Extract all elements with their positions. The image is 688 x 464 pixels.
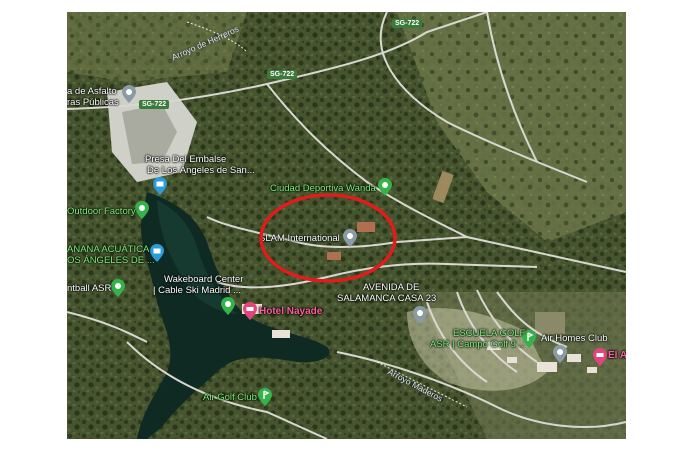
place-label-presa-1[interactable]: Presa Del Embalse (145, 154, 226, 165)
place-label-avenida-2[interactable]: SALAMANCA CASA 23 (337, 293, 436, 304)
place-label-asfalto-2[interactable]: ras Públicas (67, 97, 119, 108)
place-label-hotel-nayade[interactable]: Hotel Nayade (259, 306, 322, 317)
hotel-icon[interactable] (243, 302, 257, 320)
hotel-icon[interactable] (593, 348, 607, 366)
golf-icon[interactable] (258, 388, 272, 406)
place-label-el-ai[interactable]: El Ai (608, 350, 626, 361)
place-label-manana-2[interactable]: OS ÁNGELES DE ... (67, 255, 155, 266)
pin-icon[interactable] (122, 85, 136, 103)
place-label-outdoor-factory[interactable]: Outdoor Factory (67, 206, 136, 217)
camera-icon[interactable] (153, 177, 167, 195)
place-icon[interactable] (221, 297, 235, 315)
place-label-air-golf[interactable]: Air Golf Club (203, 392, 257, 403)
place-label-presa-2[interactable]: De Los Ángeles de San... (147, 165, 255, 176)
road-label-sg722: SG-722 (139, 100, 170, 109)
place-label-escuela-golf-2[interactable]: ASR | Campo Golf 9... (430, 339, 524, 350)
place-icon[interactable] (135, 201, 149, 219)
place-label-paintball[interactable]: ntball ASR (67, 283, 111, 294)
pin-icon[interactable] (553, 345, 567, 363)
highlight-ring (259, 193, 397, 283)
place-icon[interactable] (111, 279, 125, 297)
place-label-air-homes[interactable]: Air Homes Club (541, 333, 608, 344)
road-label-sg722: SG-722 (267, 70, 298, 79)
place-label-wakeboard-2[interactable]: | Cable Ski Madrid ... (153, 285, 241, 296)
pin-icon[interactable] (413, 306, 427, 324)
place-label-manana-1[interactable]: ANANA ACUÁTICA (67, 244, 149, 255)
place-label-wakeboard-1[interactable]: Wakeboard Center (164, 274, 243, 285)
place-label-asfalto-1[interactable]: a de Asfalto (67, 86, 117, 97)
road-label-sg722: SG-722 (392, 19, 423, 28)
satellite-map[interactable]: SG-722 SG-722 SG-722 Arroyo de Herreros … (67, 12, 626, 439)
place-label-escuela-golf-1[interactable]: ESCUELA GOLF (453, 328, 525, 339)
